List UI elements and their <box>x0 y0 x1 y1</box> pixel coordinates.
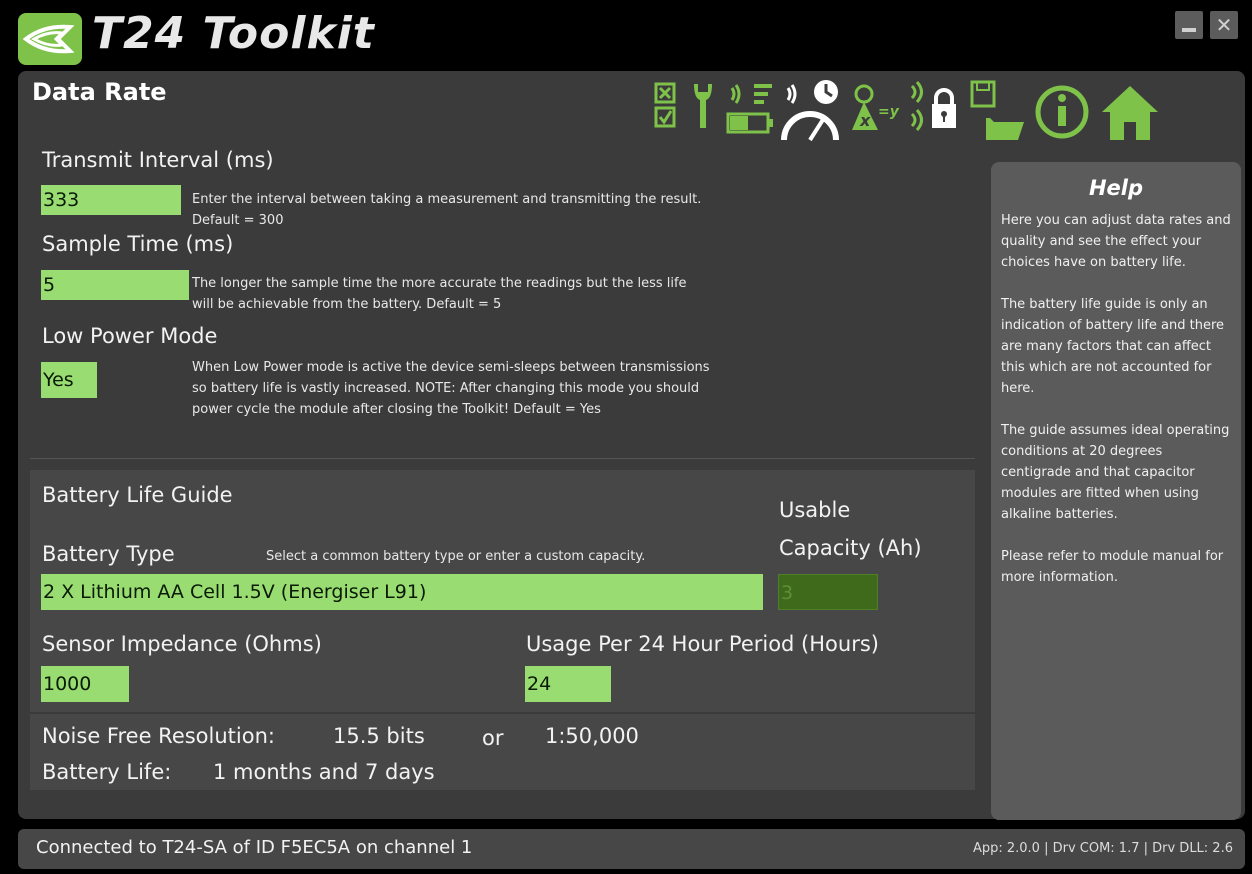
version-info: App: 2.0.0 | Drv COM: 1.7 | Drv DLL: 2.6 <box>972 841 1233 856</box>
low-power-mode-help: When Low Power mode is active the device… <box>192 360 710 417</box>
status-bar: Connected to T24-SA of ID F5EC5A on chan… <box>18 829 1245 869</box>
section-divider <box>30 458 975 459</box>
help-text: Here you can adjust data rates and quali… <box>1001 213 1231 585</box>
usable-capacity-input[interactable]: 3 <box>778 574 878 610</box>
title-bar: T24 Toolkit ✕ <box>0 0 1252 70</box>
battery-type-help: Select a common battery type or enter a … <box>266 549 646 564</box>
usable-capacity-label-line2: Capacity (Ah) <box>779 536 922 560</box>
usage-per-period-label: Usage Per 24 Hour Period (Hours) <box>526 632 879 656</box>
save-open-icon[interactable] <box>968 78 1028 150</box>
connection-status: Connected to T24-SA of ID F5EC5A on chan… <box>36 837 473 858</box>
home-icon[interactable] <box>1098 78 1162 150</box>
sensor-impedance-input[interactable]: 1000 <box>41 666 129 702</box>
lock-signal-icon[interactable] <box>904 78 968 150</box>
low-power-mode-label: Low Power Mode <box>42 324 218 348</box>
sensor-impedance-label: Sensor Impedance (Ohms) <box>42 632 322 656</box>
sample-time-input[interactable]: 5 <box>41 270 189 300</box>
svg-text:x: x <box>859 111 871 130</box>
info-icon[interactable] <box>1032 78 1096 150</box>
transmit-interval-input[interactable]: 333 <box>41 185 181 215</box>
battery-type-select[interactable]: 2 X Lithium AA Cell 1.5V (Energiser L91) <box>41 574 763 610</box>
help-panel: Help Here you can adjust data rates and … <box>991 162 1241 820</box>
page-title: Data Rate <box>32 78 167 106</box>
resolution-label: Noise Free Resolution: <box>42 724 275 748</box>
or-label: or <box>482 726 504 750</box>
svg-text:=y: =y <box>878 104 900 120</box>
low-power-mode-select[interactable]: Yes <box>41 362 97 398</box>
battery-type-label: Battery Type <box>42 542 175 566</box>
help-title: Help <box>1088 176 1144 200</box>
resolution-bits: 15.5 bits <box>333 724 425 748</box>
transmit-interval-help: Enter the interval between taking a meas… <box>192 192 702 228</box>
usable-capacity-label-line1: Usable <box>779 498 851 522</box>
battery-life-guide-title: Battery Life Guide <box>42 483 233 507</box>
toolbar: x =y <box>652 78 1244 150</box>
calibration-icon[interactable]: x =y <box>848 78 902 150</box>
app-title: T24 Toolkit <box>92 8 375 59</box>
app-logo-icon <box>18 13 82 65</box>
minimize-button[interactable] <box>1175 11 1203 39</box>
close-button[interactable]: ✕ <box>1210 11 1238 39</box>
data-rate-gauge-icon[interactable] <box>780 78 844 150</box>
results-divider <box>30 712 975 714</box>
battery-signal-icon[interactable] <box>726 78 776 150</box>
sample-time-label: Sample Time (ms) <box>42 232 234 256</box>
battery-life-label: Battery Life: <box>42 760 172 784</box>
transmit-interval-label: Transmit Interval (ms) <box>42 148 274 172</box>
battery-life-value: 1 months and 7 days <box>213 760 435 784</box>
resolution-ratio: 1:50,000 <box>545 724 639 748</box>
usage-per-period-input[interactable]: 24 <box>525 666 611 702</box>
sample-time-help: The longer the sample time the more accu… <box>192 276 687 312</box>
